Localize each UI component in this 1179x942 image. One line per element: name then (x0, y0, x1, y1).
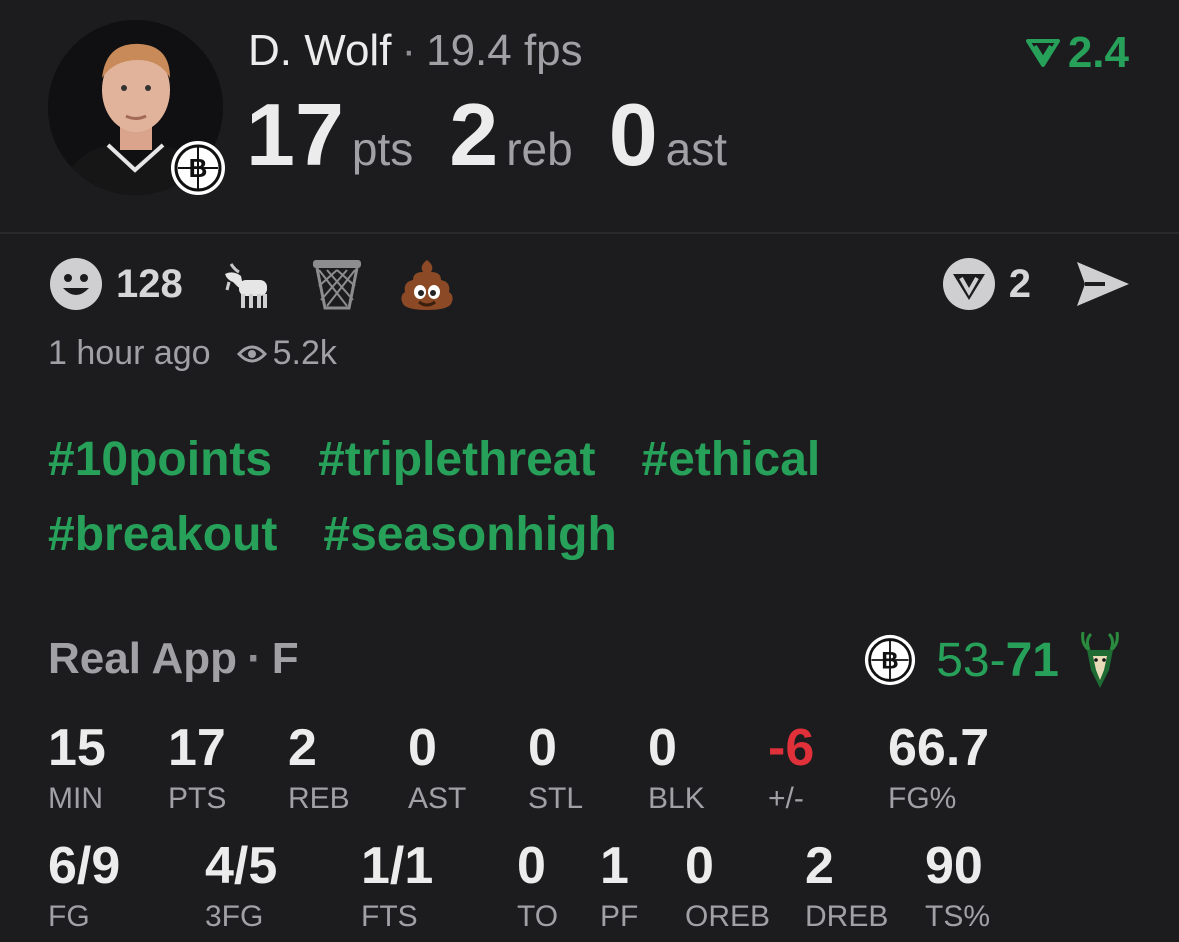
post-actions: 2 (941, 256, 1131, 312)
stat-label: REB (288, 782, 350, 815)
stat-value: 0 (685, 837, 714, 895)
stat-ast: 0 AST (408, 722, 466, 814)
stat-label: TO (517, 900, 559, 933)
bucks-logo-icon (1077, 630, 1123, 690)
views-group: 5.2k (236, 334, 337, 373)
points-value: 17 (246, 85, 344, 184)
player-name-row: D. Wolf · 19.4 fps (248, 26, 583, 76)
stat-label: FG% (888, 782, 957, 815)
stat-value: 90 (925, 837, 983, 895)
stat-label: FG (48, 900, 90, 933)
stat-pf: 1 PF (600, 840, 638, 932)
reactions-bar: 128 (48, 256, 489, 312)
rating-badge[interactable]: 2.4 (1025, 28, 1129, 78)
nets-logo-icon: B (170, 140, 226, 196)
stat-value: 0 (528, 719, 557, 777)
score-separator: - (989, 633, 1006, 687)
stat-value: 0 (648, 719, 677, 777)
stat-label: BLK (648, 782, 705, 815)
stat-label: MIN (48, 782, 103, 815)
home-score: 53 (936, 633, 990, 687)
score-value: 53-71 (936, 633, 1059, 688)
stat-label: TS% (925, 900, 991, 933)
assists-unit: ast (665, 123, 728, 175)
stat-plus-minus: -6 +/- (768, 722, 814, 814)
stat-value: 66.7 (888, 719, 990, 777)
stat-label: STL (528, 782, 584, 815)
header-divider (0, 232, 1179, 234)
fps-value: 19.4 fps (426, 26, 583, 75)
stat-value: 17 (168, 719, 226, 777)
basketball-hoop-icon[interactable] (309, 256, 365, 312)
stat-oreb: 0 OREB (685, 840, 770, 932)
stat-value: 0 (517, 837, 546, 895)
separator-dot: · (247, 634, 262, 683)
stat-value: -6 (768, 719, 815, 777)
hashtags: #10points #triplethreat #ethical #breakout… (48, 432, 1148, 582)
post-time: 1 hour ago (48, 334, 211, 372)
post-meta: 1 hour ago 5.2k (48, 334, 337, 373)
stat-value: 2 (805, 837, 834, 895)
stat-to: 0 TO (517, 840, 558, 932)
comment-count: 2 (1008, 261, 1031, 306)
stat-label: OREB (685, 900, 771, 933)
stat-fg-pct: 66.7 FG% (888, 722, 989, 814)
stat-value: 1/1 (361, 837, 434, 895)
eye-icon (236, 343, 267, 365)
stat-min: 15 MIN (48, 722, 106, 814)
separator-dot: · (401, 26, 417, 75)
stat-label: PF (600, 900, 639, 933)
stat-label: AST (408, 782, 467, 815)
reaction-count: 128 (116, 261, 183, 306)
stat-label: DREB (805, 900, 889, 933)
stat-pts: 17 PTS (168, 722, 226, 814)
stat-reb: 2 REB (288, 722, 350, 814)
poop-icon[interactable] (399, 256, 455, 312)
smile-icon[interactable] (48, 256, 104, 312)
rebounds-unit: reb (506, 123, 573, 175)
player-stat-line: 17 pts 2 reb 0 ast (246, 84, 763, 186)
stat-label: +/- (768, 782, 804, 815)
svg-text:B: B (189, 153, 208, 183)
goat-icon[interactable] (219, 256, 275, 312)
stat-value: 1 (600, 837, 629, 895)
player-name[interactable]: D. Wolf (248, 26, 391, 75)
points-unit: pts (351, 123, 414, 175)
stat-ts-pct: 90 TS% (925, 840, 990, 932)
assists-value: 0 (608, 85, 658, 184)
hashtag[interactable]: #10points (48, 432, 272, 487)
stat-3fg: 4/5 3FG (205, 840, 277, 932)
send-icon[interactable] (1075, 258, 1131, 310)
stat-value: 4/5 (205, 837, 278, 895)
stat-dreb: 2 DREB (805, 840, 888, 932)
views-count: 5.2k (272, 334, 337, 372)
stat-label: FTS (361, 900, 418, 933)
rating-value: 2.4 (1067, 28, 1129, 77)
svg-text:B: B (882, 647, 899, 674)
hashtag[interactable]: #ethical (641, 432, 820, 487)
stat-fts: 1/1 FTS (361, 840, 433, 932)
nets-logo-icon: B (864, 634, 916, 686)
rebounds-value: 2 (449, 85, 499, 184)
stat-value: 15 (48, 719, 106, 777)
source-name: Real App (48, 634, 238, 683)
game-score[interactable]: B 53-71 (864, 630, 1123, 690)
hashtag[interactable]: #seasonhigh (323, 507, 616, 562)
stat-value: 2 (288, 719, 317, 777)
hashtag[interactable]: #triplethreat (318, 432, 595, 487)
hashtag[interactable]: #breakout (48, 507, 277, 562)
stat-label: 3FG (205, 900, 264, 933)
stat-value: 6/9 (48, 837, 121, 895)
stat-value: 0 (408, 719, 437, 777)
rating-v-icon (1025, 28, 1068, 78)
game-status: F (271, 634, 299, 683)
away-score: 71 (1005, 633, 1059, 687)
stat-fg: 6/9 FG (48, 840, 120, 932)
stat-blk: 0 BLK (648, 722, 705, 814)
game-source: Real App · F (48, 634, 299, 684)
stat-label: PTS (168, 782, 227, 815)
stat-stl: 0 STL (528, 722, 583, 814)
comment-v-icon[interactable] (941, 256, 997, 312)
